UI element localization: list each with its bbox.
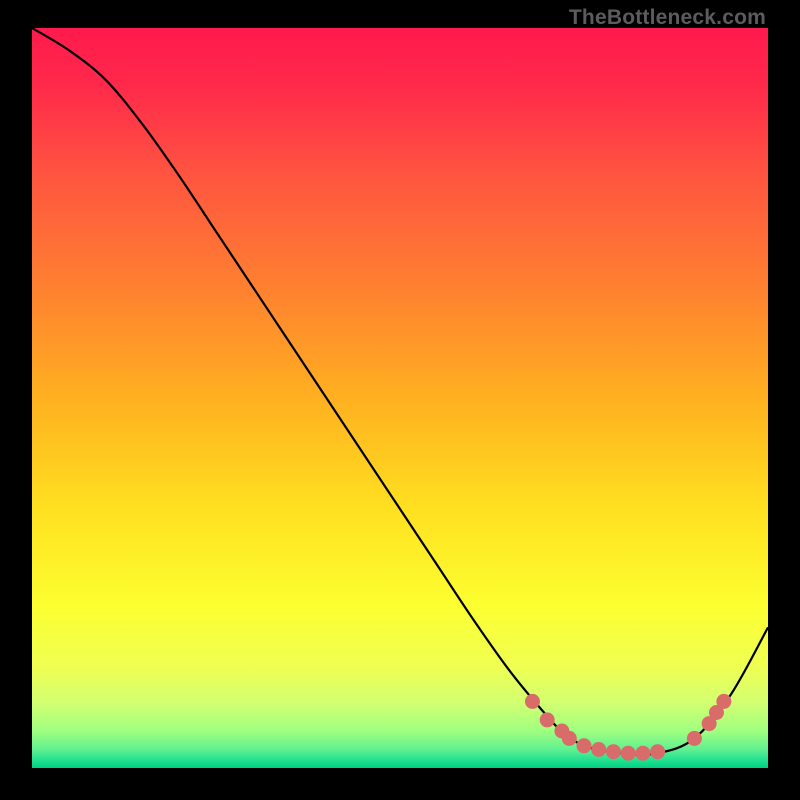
watermark-text: TheBottleneck.com <box>569 6 766 30</box>
gradient-background <box>32 28 768 768</box>
chart-container: TheBottleneck.com <box>0 0 800 800</box>
plot-area <box>32 28 768 768</box>
